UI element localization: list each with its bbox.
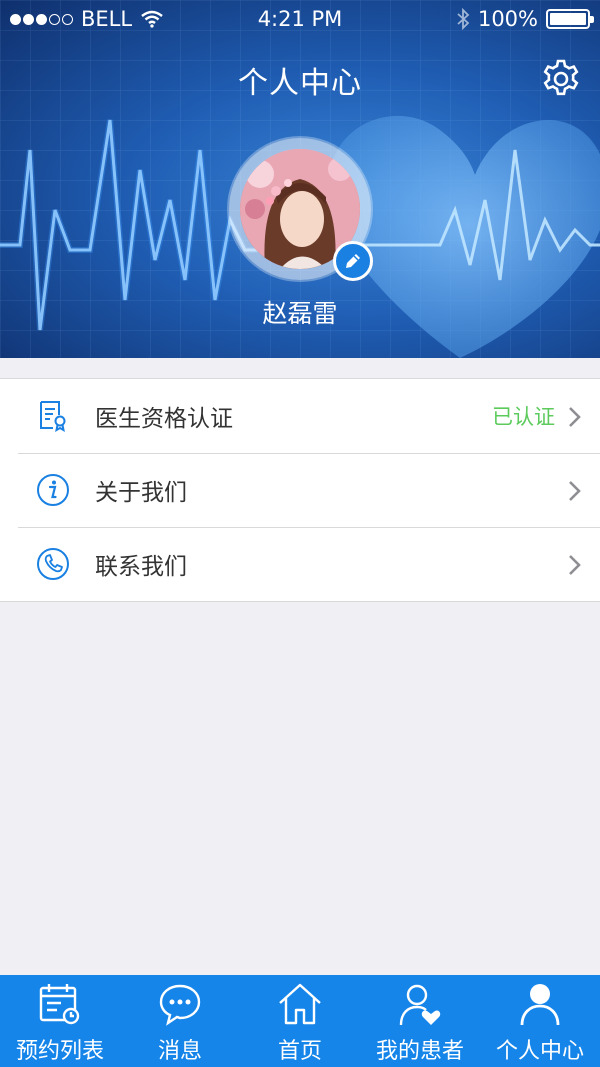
menu-item-contact-us[interactable]: 联系我们 [0, 527, 600, 601]
tab-label: 预约列表 [15, 1039, 104, 1064]
patient-heart-icon [399, 984, 441, 1026]
tab-bar: 预约列表 消息 首页 我的患者 个人中心 [0, 975, 600, 1067]
chevron-right-icon [569, 481, 581, 501]
settings-gear-icon[interactable] [540, 58, 582, 100]
edit-profile-button[interactable] [333, 241, 373, 281]
chevron-right-icon [569, 407, 581, 427]
menu-item-about-us[interactable]: 关于我们 [0, 453, 600, 527]
tab-my-patients[interactable]: 我的患者 [360, 975, 480, 1067]
phone-icon [37, 548, 69, 580]
tab-label: 首页 [277, 1039, 322, 1064]
calendar-icon [39, 984, 80, 1025]
status-bar: BELL 4:21 PM 100% [0, 0, 600, 40]
battery-percent: 100% [477, 7, 538, 31]
verified-status: 已认证 [492, 405, 555, 429]
bluetooth-icon [457, 8, 470, 30]
info-icon [37, 474, 69, 506]
tab-messages[interactable]: 消息 [120, 975, 240, 1067]
pencil-icon [346, 254, 360, 268]
certificate-icon [40, 401, 66, 432]
menu-item-label: 联系我们 [95, 554, 187, 580]
menu-item-label: 关于我们 [95, 480, 187, 506]
tab-appointment-list[interactable]: 预约列表 [0, 975, 120, 1067]
tab-label: 我的患者 [375, 1039, 464, 1064]
menu-item-label: 医生资格认证 [95, 406, 233, 432]
person-icon [520, 984, 560, 1026]
chat-bubble-icon [159, 984, 201, 1026]
tab-home[interactable]: 首页 [240, 975, 360, 1067]
tab-label: 消息 [157, 1039, 202, 1064]
battery-icon [546, 9, 594, 29]
home-icon [279, 983, 321, 1025]
chevron-right-icon [569, 555, 581, 575]
menu-item-doctor-certification[interactable]: 医生资格认证 已认证 [0, 379, 600, 453]
tab-personal-center[interactable]: 个人中心 [480, 975, 600, 1067]
tab-label: 个人中心 [495, 1039, 584, 1064]
profile-header: BELL 4:21 PM 100% 个人中心 赵磊雷 [0, 0, 600, 358]
settings-menu: 医生资格认证 已认证 关于我们 联系我们 [0, 378, 600, 602]
page-title: 个人中心 [238, 66, 362, 101]
username: 赵磊雷 [262, 299, 338, 328]
